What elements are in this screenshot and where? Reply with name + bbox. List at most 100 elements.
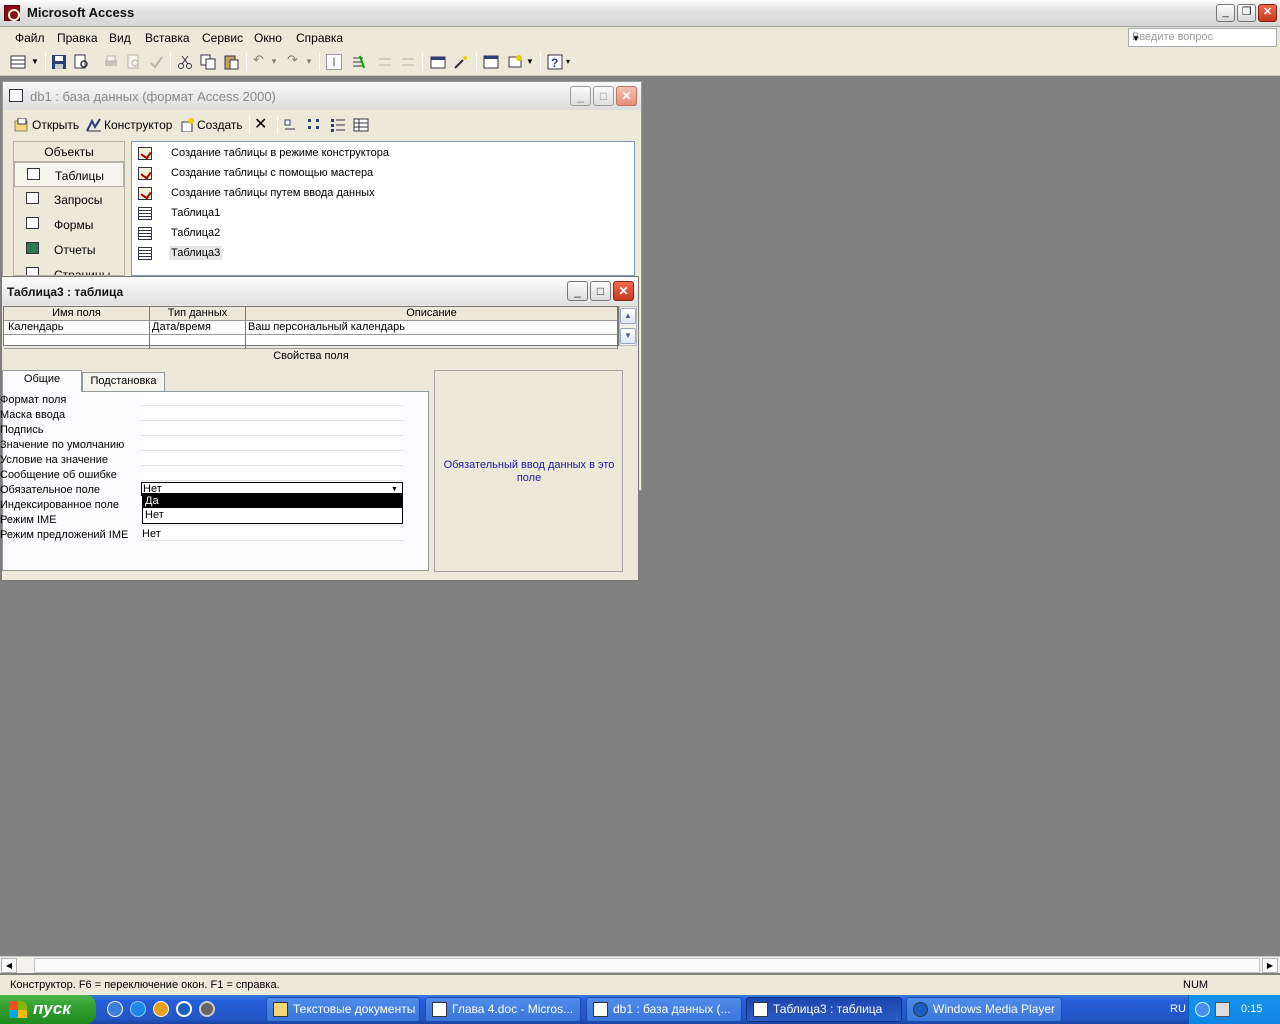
- design-button[interactable]: Конструктор: [86, 118, 172, 132]
- help-icon[interactable]: ?: [547, 54, 563, 70]
- scroll-down-icon[interactable]: ▼: [620, 328, 636, 344]
- description-cell[interactable]: [246, 335, 618, 349]
- scroll-up-icon[interactable]: ▲: [620, 308, 636, 324]
- list-item-table2[interactable]: Таблица2: [138, 224, 222, 242]
- minimize-button[interactable]: _: [1216, 4, 1235, 22]
- quicklaunch-app-icon[interactable]: [199, 1001, 215, 1017]
- internet-explorer-icon[interactable]: [130, 1001, 146, 1017]
- scroll-thumb[interactable]: [34, 958, 1260, 973]
- view-icon[interactable]: [10, 54, 26, 70]
- properties-icon[interactable]: [430, 54, 446, 70]
- menu-file[interactable]: Файл: [15, 31, 45, 45]
- taskbar-item-db1[interactable]: db1 : база данных (...: [586, 997, 742, 1022]
- dropdown-option-yes[interactable]: Да: [143, 494, 402, 508]
- grid-scrollbar[interactable]: ▲ ▼: [619, 306, 637, 346]
- paste-icon[interactable]: [223, 54, 239, 70]
- tab-general[interactable]: Общие: [2, 370, 82, 392]
- horizontal-scrollbar[interactable]: ◀ ▶: [0, 956, 1280, 973]
- property-value[interactable]: [141, 423, 403, 436]
- restore-button[interactable]: ❐: [1237, 4, 1256, 22]
- objects-item-pages[interactable]: Страницы: [14, 262, 124, 275]
- tray-expand-icon[interactable]: [1195, 1002, 1210, 1017]
- media-player-icon[interactable]: [176, 1001, 192, 1017]
- small-icons-icon[interactable]: [307, 118, 323, 132]
- property-value[interactable]: [141, 453, 403, 466]
- property-value[interactable]: [141, 393, 403, 406]
- indexes-icon[interactable]: [350, 54, 366, 70]
- field-name-cell[interactable]: Календарь: [4, 321, 150, 335]
- objects-item-forms[interactable]: Формы: [14, 212, 124, 237]
- list-item-table3[interactable]: Таблица3: [138, 244, 223, 262]
- db-close-button[interactable]: ✕: [616, 86, 637, 106]
- menu-help[interactable]: Справка: [296, 31, 343, 45]
- spellcheck-icon[interactable]: [148, 54, 164, 70]
- taskbar-item-folder[interactable]: Текстовые документы: [266, 997, 420, 1022]
- property-value[interactable]: [141, 438, 403, 451]
- chevron-down-icon[interactable]: ▼: [1132, 34, 1274, 43]
- db-maximize-button[interactable]: □: [593, 86, 614, 106]
- list-item-enter-data[interactable]: Создание таблицы путем ввода данных: [138, 184, 377, 202]
- menu-insert[interactable]: Вставка: [145, 31, 190, 45]
- clock[interactable]: 0:15: [1241, 1003, 1262, 1015]
- menu-view[interactable]: Вид: [109, 31, 131, 45]
- details-icon[interactable]: [353, 118, 369, 132]
- insert-rows-icon[interactable]: [377, 54, 393, 70]
- redo-icon[interactable]: ↷: [287, 52, 303, 68]
- undo-icon[interactable]: ↶: [253, 52, 269, 68]
- column-header[interactable]: Имя поля: [4, 307, 150, 321]
- taskbar-item-media-player[interactable]: Windows Media Player: [906, 997, 1062, 1022]
- list-icon[interactable]: [330, 118, 346, 132]
- dropdown-option-no[interactable]: Нет: [143, 508, 402, 522]
- create-button[interactable]: Создать: [179, 118, 243, 132]
- property-value[interactable]: Нет: [141, 528, 403, 541]
- scroll-right-icon[interactable]: ▶: [1262, 958, 1278, 973]
- cut-icon[interactable]: [177, 54, 193, 70]
- search-file-icon[interactable]: [74, 54, 90, 70]
- menu-edit[interactable]: Правка: [57, 31, 98, 45]
- data-type-cell[interactable]: Дата/время: [150, 321, 246, 335]
- taskbar-item-word[interactable]: Глава 4.doc - Micros...: [425, 997, 581, 1022]
- menu-window[interactable]: Окно: [254, 31, 282, 45]
- list-item-design-view[interactable]: Создание таблицы в режиме конструктора: [138, 144, 391, 162]
- database-window-icon[interactable]: [483, 54, 499, 70]
- open-button[interactable]: Открыть: [14, 118, 79, 132]
- large-icons-icon[interactable]: [283, 118, 299, 132]
- print-icon[interactable]: [103, 54, 119, 70]
- close-button[interactable]: ✕: [1258, 4, 1277, 22]
- save-icon[interactable]: [51, 54, 67, 70]
- column-header[interactable]: Описание: [246, 307, 618, 321]
- language-indicator[interactable]: RU: [1170, 1003, 1186, 1015]
- copy-icon[interactable]: [200, 54, 216, 70]
- table-maximize-button[interactable]: □: [590, 281, 611, 301]
- toolbar-options-icon[interactable]: ▾: [566, 57, 582, 73]
- build-icon[interactable]: [453, 54, 469, 70]
- show-desktop-icon[interactable]: [107, 1001, 123, 1017]
- menu-tools[interactable]: Сервис: [202, 31, 243, 45]
- description-cell[interactable]: Ваш персональный календарь: [246, 321, 618, 335]
- print-preview-icon[interactable]: [126, 54, 142, 70]
- start-button[interactable]: пуск: [0, 995, 96, 1024]
- property-value[interactable]: [141, 408, 403, 421]
- delete-icon[interactable]: ✕: [254, 114, 267, 134]
- field-name-cell[interactable]: [4, 335, 150, 349]
- list-item-wizard[interactable]: Создание таблицы с помощью мастера: [138, 164, 375, 182]
- chevron-down-icon[interactable]: ▼: [270, 57, 286, 73]
- property-value[interactable]: [141, 468, 403, 481]
- objects-item-tables[interactable]: Таблицы: [14, 162, 124, 187]
- table-close-button[interactable]: ✕: [613, 281, 634, 301]
- list-item-table1[interactable]: Таблица1: [138, 204, 222, 222]
- data-type-cell[interactable]: [150, 335, 246, 349]
- column-header[interactable]: Тип данных: [150, 307, 246, 321]
- taskbar-item-table3[interactable]: Таблица3 : таблица: [746, 997, 902, 1022]
- db-minimize-button[interactable]: _: [570, 86, 591, 106]
- objects-item-queries[interactable]: Запросы: [14, 187, 124, 212]
- network-icon[interactable]: [1215, 1002, 1230, 1017]
- table-minimize-button[interactable]: _: [567, 281, 588, 301]
- access-app-icon[interactable]: [4, 5, 20, 21]
- new-object-icon[interactable]: [507, 54, 523, 70]
- scroll-left-icon[interactable]: ◀: [1, 958, 17, 973]
- delete-rows-icon[interactable]: [400, 54, 416, 70]
- objects-header[interactable]: Объекты: [14, 142, 124, 162]
- outlook-icon[interactable]: [153, 1001, 169, 1017]
- objects-item-reports[interactable]: Отчеты: [14, 237, 124, 262]
